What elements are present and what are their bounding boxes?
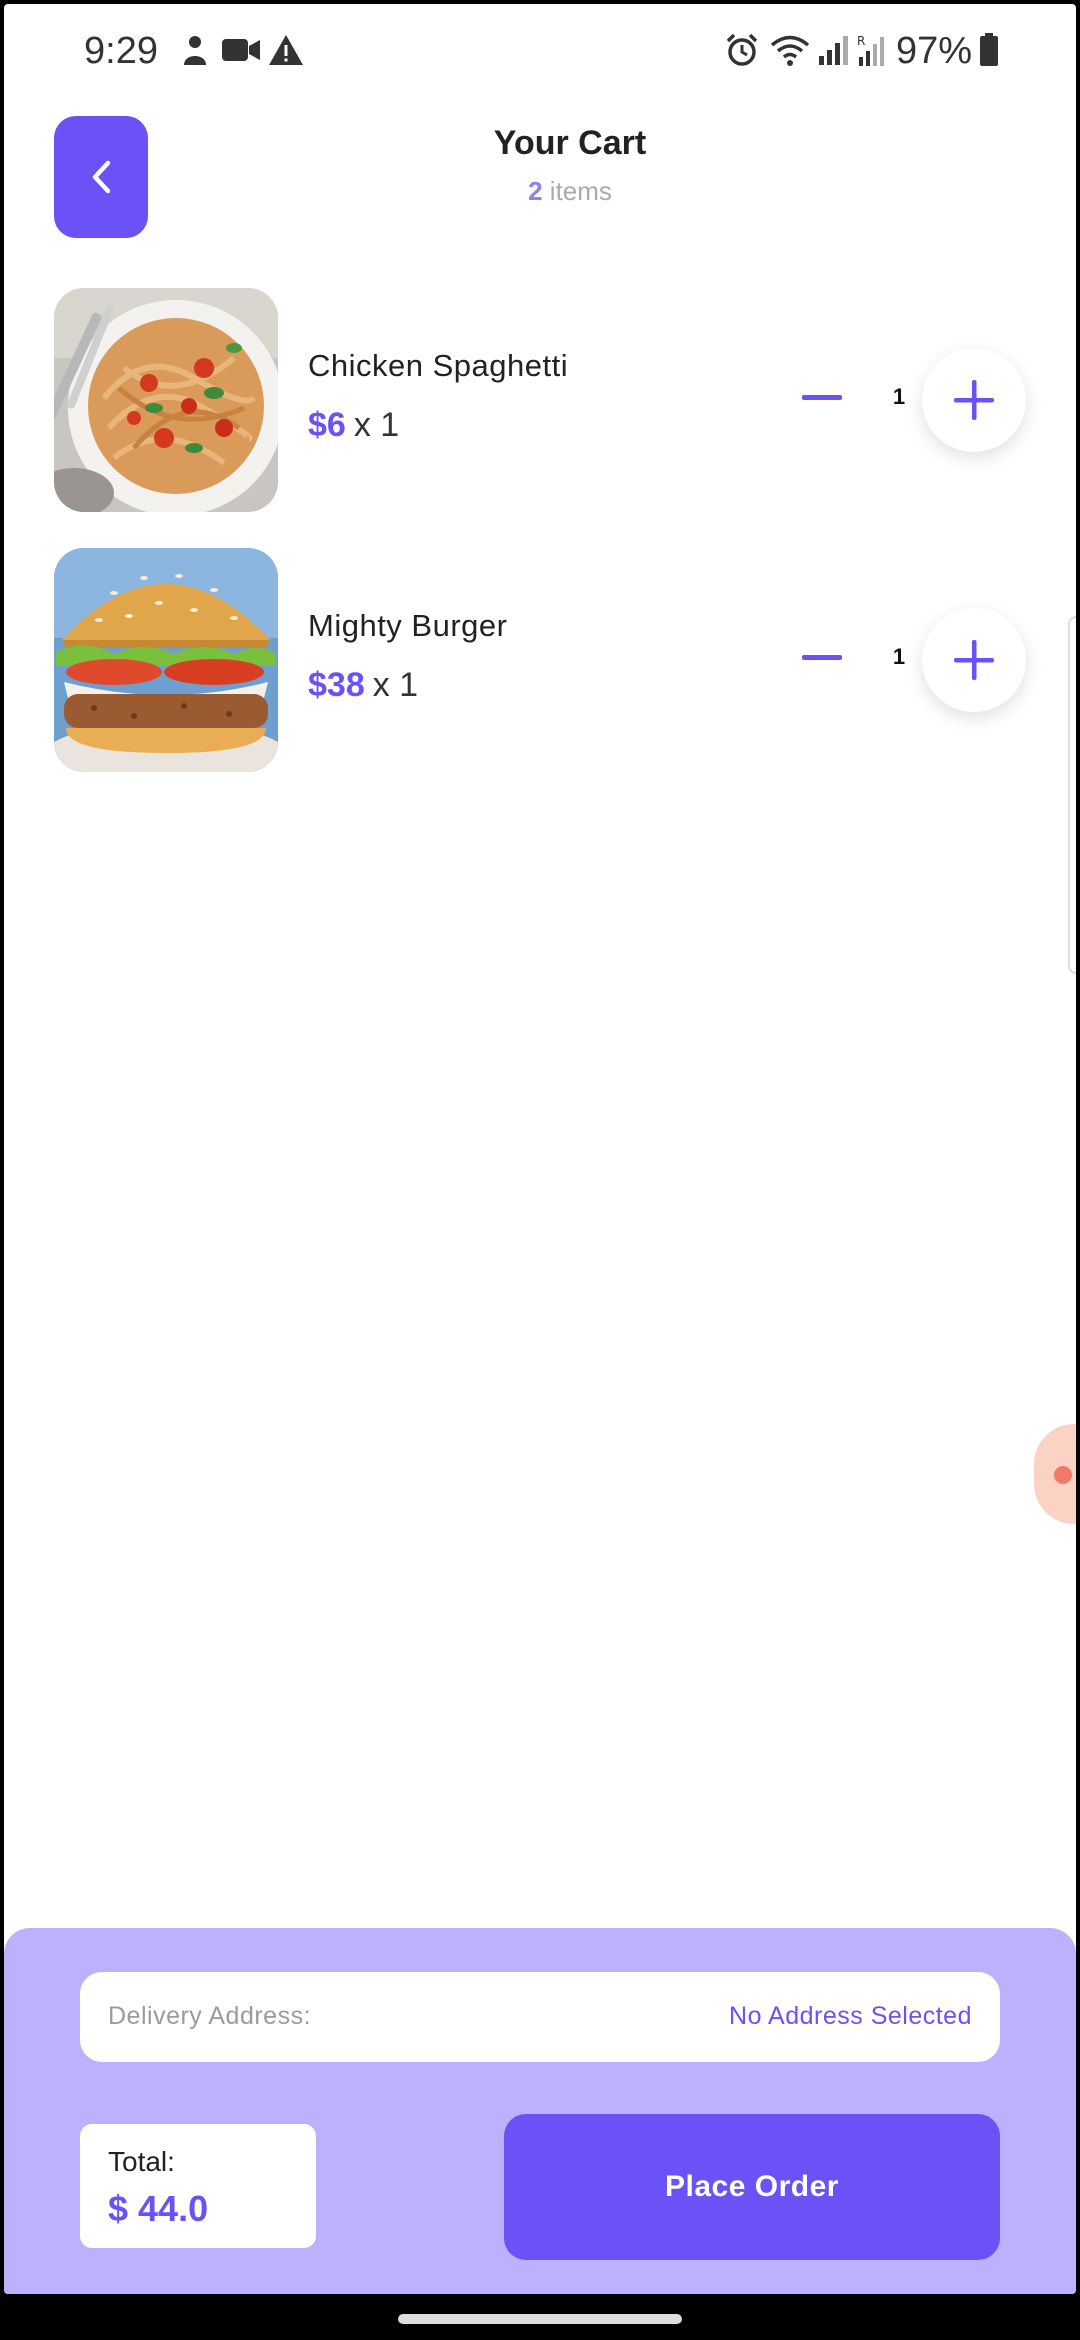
person-notification-icon [178,30,212,70]
total-value: $ 44.0 [108,2188,209,2229]
cart-item: Chicken Spaghetti $6 x 1 1 [4,288,1076,512]
item-multiplier: x 1 [372,666,419,704]
wifi-icon [768,30,812,70]
delivery-address-field[interactable]: Delivery Address: No Address Selected [80,1972,1000,2062]
item-quantity: 1 [892,384,906,409]
item-unit-price: $38 [308,666,365,704]
item-price: $38 x 1 [308,666,418,705]
place-order-button[interactable]: Place Order [504,2114,1000,2260]
edge-panel-handle[interactable] [1068,616,1076,974]
alarm-icon [722,30,762,70]
home-gesture-pill[interactable] [398,2314,682,2324]
item-price: $6 x 1 [308,406,399,445]
item-quantity: 1 [892,644,906,669]
item-count: 2 [528,176,543,206]
item-name: Chicken Spaghetti [308,348,569,383]
increase-quantity-button[interactable] [922,348,1026,452]
decrease-quantity-button[interactable] [800,376,844,420]
delivery-address-label: Delivery Address: [108,2002,312,2030]
cart-item: Mighty Burger $38 x 1 1 [4,548,1076,772]
total-label: Total: [108,2146,175,2177]
navigation-bar [0,2294,1080,2340]
minus-icon [802,655,842,660]
status-time: 9:29 [84,30,158,72]
plus-icon [954,380,994,420]
record-dot-icon [1054,1466,1072,1484]
checkout-panel: Delivery Address: No Address Selected To… [4,1928,1076,2294]
page-title: Your Cart [493,124,647,162]
increase-quantity-button[interactable] [922,608,1026,712]
spaghetti-photo [54,288,278,512]
burger-photo [54,548,278,772]
battery-percent: 97% [896,30,973,72]
item-multiplier: x 1 [353,406,400,444]
items-suffix: items [542,176,612,206]
minus-icon [802,395,842,400]
status-bar: 9:29 R 97% [4,4,1076,94]
svg-text:R: R [857,34,865,48]
item-unit-price: $6 [308,406,346,444]
video-camera-icon [220,30,262,70]
decrease-quantity-button[interactable] [800,636,844,680]
warning-icon [266,30,306,70]
roaming-signal-icon: R [854,30,890,70]
item-count-subtitle: 2 items [4,176,1076,207]
plus-icon [954,640,994,680]
total-box: Total: $ 44.0 [80,2124,316,2248]
delivery-address-value: No Address Selected [729,2002,972,2030]
battery-icon [978,30,1000,70]
signal-icon [816,30,852,70]
item-name: Mighty Burger [308,608,508,643]
cart-screen: 9:29 R 97% Your Cart 2 items Chicken Spa… [4,4,1076,2294]
